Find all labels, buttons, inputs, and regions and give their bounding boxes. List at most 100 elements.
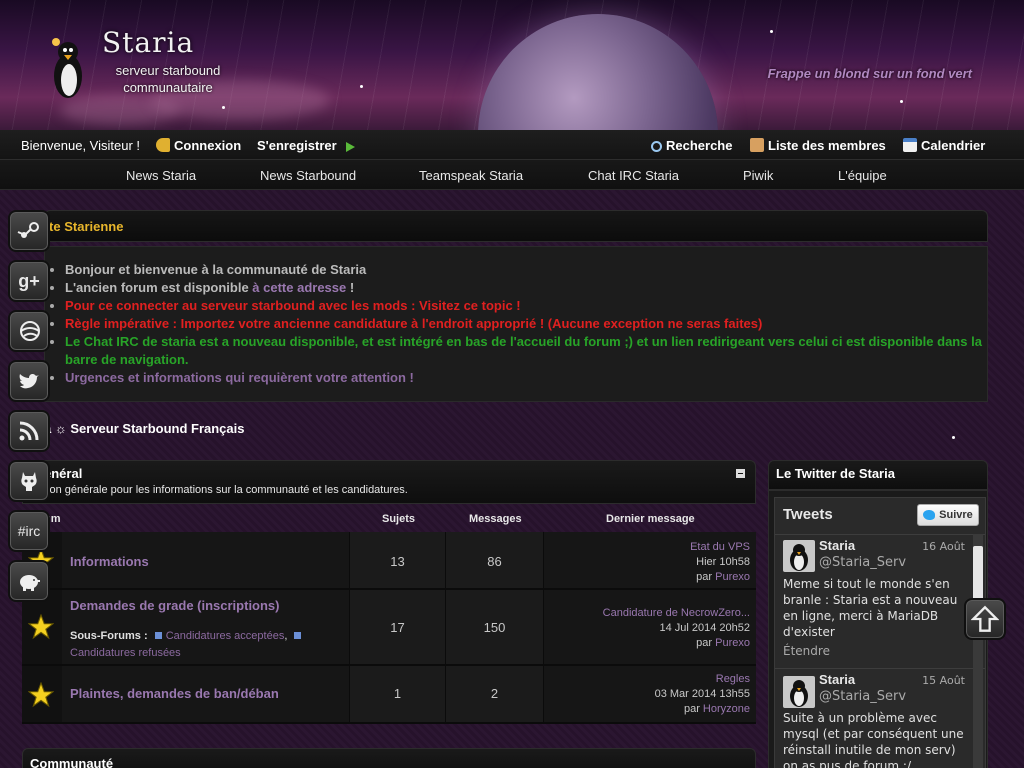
nav-chat-irc[interactable]: Chat IRC Staria [588, 168, 679, 183]
old-forum-link[interactable]: à cette adresse [252, 280, 346, 295]
login-link[interactable]: Connexion [156, 138, 241, 153]
donate-button[interactable] [8, 560, 50, 602]
tweet-handle[interactable]: @Staria_Serv [819, 689, 906, 704]
follow-button[interactable]: Suivre [917, 504, 979, 526]
subforum-icon [294, 632, 302, 639]
column-last-post: Dernier message [606, 513, 695, 525]
table-row: Plaintes, demandes de ban/déban 1 2 Regl… [22, 666, 756, 724]
banner-tagline: Frappe un blond sur un fond vert [767, 66, 972, 81]
last-post: Candidature de NecrowZero... 14 Jul 2014… [602, 606, 750, 649]
tweet-text: Meme si tout le monde s'en branle : Star… [783, 577, 958, 639]
message-count: 2 [490, 686, 499, 701]
breadcrumb[interactable]: a ☼ Serveur Starbound Français [44, 421, 244, 436]
search-icon [651, 141, 662, 152]
twitter-bird-icon [923, 510, 936, 520]
irc-button[interactable]: #irc [8, 510, 50, 552]
column-topics: Sujets [382, 513, 416, 525]
last-post-title[interactable]: Regles [655, 672, 750, 687]
tweet-author[interactable]: Staria [819, 538, 855, 553]
github-button[interactable] [8, 460, 50, 502]
github-icon [21, 472, 37, 491]
topic-count: 13 [390, 554, 405, 569]
last-post-date: 14 Jul 2014 20h52 [659, 622, 750, 634]
twitter-button[interactable] [8, 360, 50, 402]
tweet-date[interactable]: 15 Août [922, 674, 965, 687]
alert-item[interactable]: Pour ce connecter au serveur starbound a… [65, 297, 985, 315]
star-icon [28, 682, 54, 708]
nav-news-staria[interactable]: News Staria [126, 168, 196, 183]
topic-count: 17 [390, 620, 405, 635]
alert-item: Le Chat IRC de staria est a nouveau disp… [65, 333, 985, 369]
site-logo[interactable]: Staria serveur starbound communautaire [40, 22, 240, 106]
nav-equipe[interactable]: L'équipe [838, 168, 887, 183]
penguin-icon [52, 38, 82, 98]
logo-subtitle: serveur starbound communautaire [115, 63, 221, 95]
alert-panel-header [44, 210, 988, 242]
main-navigation: News Staria News Starbound Teamspeak Sta… [0, 160, 1024, 190]
message-count: 150 [483, 620, 506, 635]
last-post-date: Hier 10h58 [696, 556, 750, 568]
column-messages: Messages [469, 513, 522, 525]
tweet-text: Suite à un problème avec mysql (et par c… [783, 711, 964, 768]
alert-item: Règle impérative : Importez votre ancien… [65, 315, 985, 333]
alert-item[interactable]: Urgences et informations qui requièrent … [65, 369, 985, 387]
nav-piwik[interactable]: Piwik [743, 168, 773, 183]
last-post-title[interactable]: Candidature de NecrowZero... [603, 606, 750, 621]
calendar-link[interactable]: Calendrier [903, 138, 985, 153]
last-post: Regles 03 Mar 2014 13h55 par Horyzone [654, 672, 750, 715]
collapse-icon[interactable] [736, 469, 745, 478]
forum-link[interactable]: Informations [70, 554, 149, 569]
tweet-expand[interactable]: Étendre [783, 644, 830, 658]
starbound-button[interactable] [8, 310, 50, 352]
last-post-title[interactable]: Etat du VPS [690, 540, 750, 555]
google-plus-button[interactable]: g+ [8, 260, 50, 302]
user-bar: Bienvenue, Visiteur ! Connexion S'enregi… [0, 130, 1024, 160]
star-icon [28, 614, 54, 640]
avatar[interactable] [783, 676, 815, 708]
google-plus-icon: g+ [18, 270, 40, 291]
message-count: 86 [487, 554, 502, 569]
last-post-date: 03 Mar 2014 13h55 [654, 688, 750, 700]
logo-title: Staria [102, 26, 195, 59]
welcome-text: Bienvenue, Visiteur ! [21, 138, 140, 153]
category-header [22, 748, 756, 768]
tweets-title[interactable]: Tweets [783, 506, 833, 523]
back-to-top-button[interactable] [964, 598, 1006, 640]
register-link[interactable]: S'enregistrer [257, 138, 359, 153]
table-row: Demandes de grade (inscriptions) Sous-Fo… [22, 590, 756, 666]
tweet-handle[interactable]: @Staria_Serv [819, 555, 906, 570]
key-icon [156, 138, 170, 152]
topic-count: 1 [393, 686, 402, 701]
subforum-link[interactable]: Candidatures acceptées [166, 630, 285, 642]
subforum-link[interactable]: Candidatures refusées [70, 647, 181, 659]
tweet-author[interactable]: Staria [819, 672, 855, 687]
social-sidebar: g+ #irc [8, 210, 50, 610]
category-title[interactable]: Communauté [30, 756, 113, 768]
steam-icon [17, 222, 39, 238]
subforum-icon [154, 632, 162, 639]
category-description: tion générale pour les informations sur … [44, 484, 408, 496]
tweet-date[interactable]: 16 Août [922, 540, 965, 553]
last-post-author[interactable]: Horyzone [703, 703, 750, 715]
nav-teamspeak[interactable]: Teamspeak Staria [419, 168, 523, 183]
members-link[interactable]: Liste des membres [750, 138, 886, 153]
rss-button[interactable] [8, 410, 50, 452]
site-banner: Staria serveur starbound communautaire F… [0, 0, 1024, 130]
last-post-author[interactable]: Purexo [715, 571, 750, 583]
forum-link[interactable]: Demandes de grade (inscriptions) [70, 598, 280, 613]
forum-link[interactable]: Plaintes, demandes de ban/déban [70, 686, 279, 701]
category-header [22, 460, 756, 504]
forum-table: Informations 13 86 Etat du VPS Hier 10h5… [22, 532, 756, 724]
rss-icon [19, 421, 39, 441]
alert-panel: Bonjour et bienvenue à la communauté de … [44, 246, 988, 402]
avatar[interactable] [783, 540, 815, 572]
subforums: Sous-Forums : Candidatures acceptées, Ca… [70, 628, 340, 662]
arrow-up-icon [971, 605, 999, 632]
search-link[interactable]: Recherche [651, 138, 732, 153]
last-post-author[interactable]: Purexo [715, 637, 750, 649]
calendar-icon [903, 138, 917, 152]
steam-button[interactable] [8, 210, 50, 252]
twitter-timeline[interactable]: Tweets Suivre Staria @Staria_Serv 16 Aoû… [774, 497, 986, 768]
twitter-panel-title: Le Twitter de Staria [776, 466, 895, 481]
nav-news-starbound[interactable]: News Starbound [260, 168, 356, 183]
